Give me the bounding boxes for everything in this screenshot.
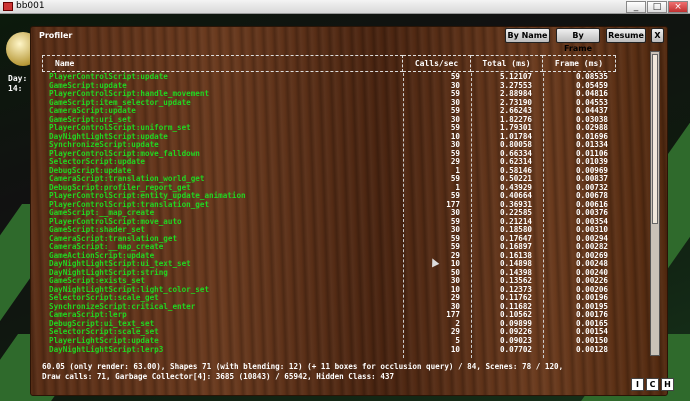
console-toggle-button[interactable]: C <box>646 378 659 391</box>
profiler-table: Name Calls/sec Total (ms) Frame (ms) Pla… <box>42 55 618 358</box>
render-stats-line: 60.05 (only render: 63.00), Shapes 71 (w… <box>42 362 564 371</box>
help-toggle-button[interactable]: H <box>661 378 674 391</box>
app-icon <box>3 2 13 11</box>
row-frame: 0.00128 <box>575 344 608 354</box>
profiler-title: Profiler <box>39 31 73 40</box>
sort-by-frame-button[interactable]: By Frame <box>556 28 600 53</box>
column-header-calls[interactable]: Calls/sec <box>403 55 471 72</box>
close-profiler-button[interactable]: X <box>651 28 664 43</box>
minimize-button[interactable]: _ <box>626 1 646 13</box>
row-calls: 10 <box>450 344 460 354</box>
row-name: DayNightLightScript:lerp3 <box>49 344 164 354</box>
profiler-panel: Profiler By Name By Frame Resume X Name … <box>30 26 668 396</box>
resume-button[interactable]: Resume <box>606 28 646 43</box>
render-stats-line: Draw calls: 71, Garbage Collector[4]: 36… <box>42 372 395 381</box>
table-row: DayNightLightScript:lerp3 10 0.07702 0.0012… <box>42 344 618 355</box>
scrollbar-thumb[interactable] <box>652 54 658 224</box>
sort-by-name-button[interactable]: By Name <box>505 28 550 43</box>
close-window-button[interactable]: × <box>668 1 688 13</box>
column-header-name[interactable]: Name <box>42 55 403 72</box>
row-total: 0.07702 <box>499 344 532 354</box>
window-titlebar: bb001 _ □ × <box>0 0 690 14</box>
profiler-scrollbar[interactable] <box>650 51 660 356</box>
maximize-button[interactable]: □ <box>647 1 667 13</box>
hud-daytime: Day: 14: <box>8 74 28 93</box>
profiler-rows: PlayerControlScript:update 59 5.12107 0.085… <box>42 72 618 355</box>
column-header-frame[interactable]: Frame (ms) <box>543 55 616 72</box>
window-title: bb001 <box>16 1 45 11</box>
column-header-total[interactable]: Total (ms) <box>471 55 543 72</box>
game-viewport[interactable]: Day: 14: Profiler By Name By Frame Resum… <box>0 14 690 401</box>
render-stats: 60.05 (only render: 63.00), Shapes 71 (w… <box>42 362 632 382</box>
info-toggle-button[interactable]: I <box>631 378 644 391</box>
